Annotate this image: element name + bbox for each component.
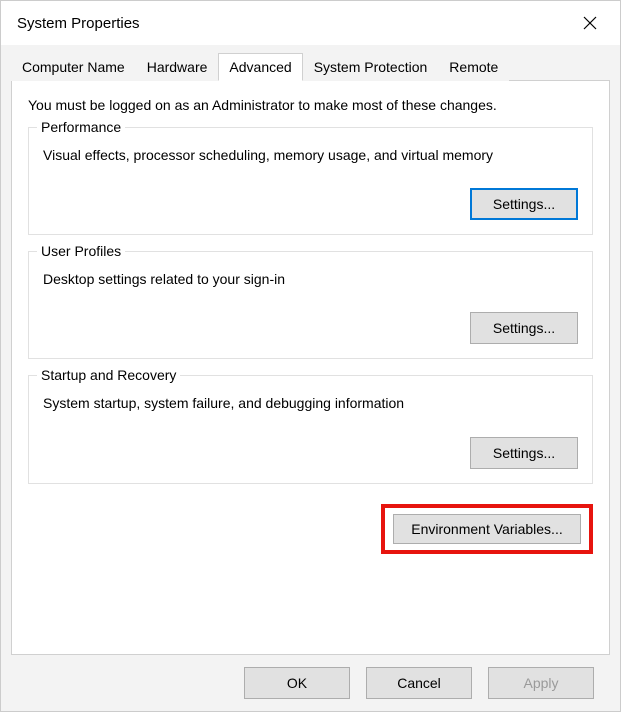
performance-description: Visual effects, processor scheduling, me… <box>43 146 578 164</box>
user-profiles-group-label: User Profiles <box>37 243 125 259</box>
tab-computer-name[interactable]: Computer Name <box>11 53 136 81</box>
tab-hardware[interactable]: Hardware <box>136 53 219 81</box>
system-properties-window: System Properties Computer Name Hardware… <box>0 0 621 712</box>
environment-variables-row: Environment Variables... <box>28 504 593 554</box>
tab-advanced[interactable]: Advanced <box>218 53 302 81</box>
performance-group-label: Performance <box>37 119 125 135</box>
ok-button[interactable]: OK <box>244 667 350 699</box>
tab-strip: Computer Name Hardware Advanced System P… <box>11 53 610 80</box>
startup-recovery-settings-button[interactable]: Settings... <box>470 437 578 469</box>
startup-recovery-group: Startup and Recovery System startup, sys… <box>28 375 593 483</box>
apply-button[interactable]: Apply <box>488 667 594 699</box>
admin-notice: You must be logged on as an Administrato… <box>28 97 593 113</box>
environment-variables-highlight: Environment Variables... <box>381 504 593 554</box>
performance-settings-button[interactable]: Settings... <box>470 188 578 220</box>
performance-actions: Settings... <box>43 188 578 220</box>
dialog-footer: OK Cancel Apply <box>11 655 610 699</box>
window-title: System Properties <box>17 15 140 32</box>
advanced-panel: You must be logged on as an Administrato… <box>11 80 610 655</box>
tab-system-protection[interactable]: System Protection <box>303 53 439 81</box>
content-area: Computer Name Hardware Advanced System P… <box>1 45 620 711</box>
user-profiles-actions: Settings... <box>43 312 578 344</box>
environment-variables-button[interactable]: Environment Variables... <box>393 514 581 544</box>
close-button[interactable] <box>574 9 606 37</box>
startup-recovery-group-label: Startup and Recovery <box>37 367 180 383</box>
user-profiles-settings-button[interactable]: Settings... <box>470 312 578 344</box>
titlebar: System Properties <box>1 1 620 45</box>
user-profiles-description: Desktop settings related to your sign-in <box>43 270 578 288</box>
startup-recovery-description: System startup, system failure, and debu… <box>43 394 578 412</box>
startup-recovery-actions: Settings... <box>43 437 578 469</box>
tab-remote[interactable]: Remote <box>438 53 509 81</box>
close-icon <box>583 16 597 30</box>
performance-group: Performance Visual effects, processor sc… <box>28 127 593 235</box>
cancel-button[interactable]: Cancel <box>366 667 472 699</box>
user-profiles-group: User Profiles Desktop settings related t… <box>28 251 593 359</box>
